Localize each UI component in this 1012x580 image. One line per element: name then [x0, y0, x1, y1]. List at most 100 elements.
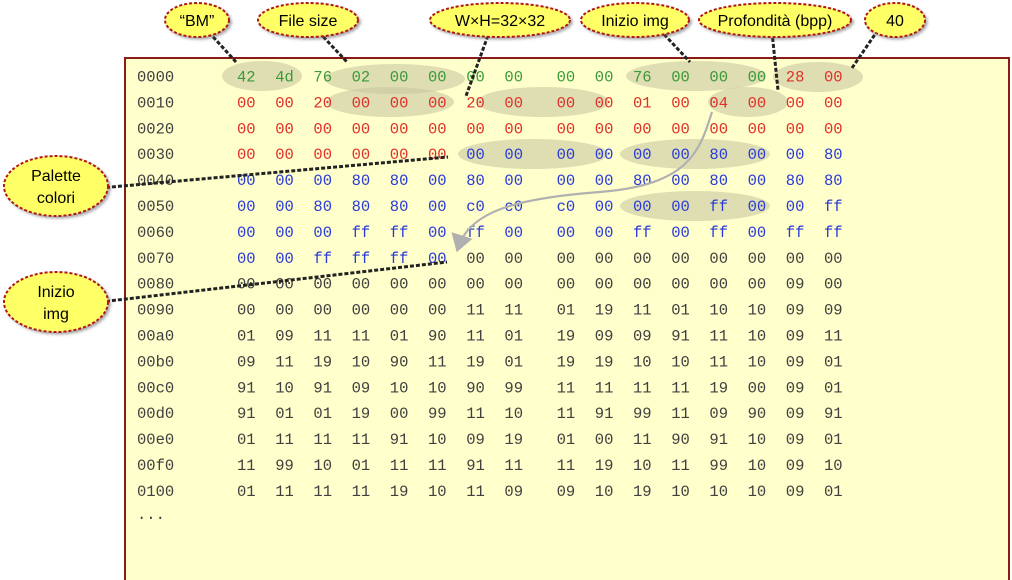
hex-rows: 0000 42 4d 76 02 00 00 00 00 00 00 76 00 00 00 28 000010…: [137, 69, 843, 501]
hex-byte: 00: [390, 276, 409, 294]
hex-byte: 00: [824, 69, 843, 87]
hex-byte: 00: [390, 69, 409, 87]
hex-byte: 11: [275, 431, 294, 449]
callout-img-line1: Inizio: [37, 284, 74, 301]
hex-byte: 99: [633, 405, 652, 423]
hex-offset: 0100: [137, 483, 174, 501]
hex-offset: 0070: [137, 250, 174, 268]
hex-byte: 91: [237, 405, 256, 423]
hex-byte: 10: [748, 457, 767, 475]
hex-byte: 01: [237, 483, 256, 501]
hex-byte: 11: [595, 379, 614, 397]
hex-byte: 00: [504, 172, 523, 190]
hex-byte: 00: [748, 69, 767, 87]
hex-byte: 00: [595, 172, 614, 190]
hex-byte: 09: [786, 431, 805, 449]
hex-byte: 00: [466, 276, 485, 294]
hex-byte: 91: [237, 379, 256, 397]
callout-bm: “BM”: [180, 13, 215, 30]
hex-byte: 00: [557, 172, 576, 190]
hex-byte: 10: [390, 379, 409, 397]
hex-byte: 00: [428, 172, 447, 190]
hex-offset: 0000: [137, 69, 174, 87]
hex-byte: 01: [504, 328, 523, 346]
hex-byte: 00: [748, 146, 767, 164]
hex-byte: 80: [824, 146, 843, 164]
hex-byte: 11: [709, 328, 728, 346]
hex-byte: 00: [428, 120, 447, 138]
hex-byte: 11: [237, 457, 256, 475]
hex-byte: 00: [313, 120, 332, 138]
hex-byte: 01: [824, 431, 843, 449]
hex-byte: 91: [313, 379, 332, 397]
hex-byte: 01: [671, 302, 690, 320]
hex-byte: 10: [428, 431, 447, 449]
hex-byte: 00: [671, 276, 690, 294]
hex-byte: 00: [595, 94, 614, 112]
hex-byte: 99: [275, 457, 294, 475]
hex-byte: 00: [595, 276, 614, 294]
hex-byte: ff: [824, 198, 843, 216]
hex-byte: 00: [671, 250, 690, 268]
hex-byte: 00: [748, 120, 767, 138]
hex-byte: 09: [786, 457, 805, 475]
hex-byte: 00: [390, 94, 409, 112]
hex-byte: 00: [595, 224, 614, 242]
bmp-header-diagram: 0000 42 4d 76 02 00 00 00 00 00 00 76 00 00 00 28 000010…: [3, 2, 926, 524]
hex-byte: 80: [390, 172, 409, 190]
hex-byte: 09: [824, 302, 843, 320]
hex-offset: 0010: [137, 94, 174, 112]
hex-byte: 11: [275, 483, 294, 501]
hex-byte: 00: [466, 146, 485, 164]
hex-byte: 91: [824, 405, 843, 423]
hex-byte: 00: [390, 120, 409, 138]
hex-byte: 00: [824, 94, 843, 112]
hex-byte: 10: [748, 431, 767, 449]
hex-byte: 00: [390, 302, 409, 320]
hex-offset: 0050: [137, 198, 174, 216]
hex-byte: 00: [428, 146, 447, 164]
hex-byte: 10: [709, 302, 728, 320]
hex-byte: 11: [633, 379, 652, 397]
hex-offset: 00c0: [137, 379, 174, 397]
hex-offset: 0020: [137, 120, 174, 138]
hex-byte: 11: [428, 457, 447, 475]
hex-byte: 00: [504, 276, 523, 294]
hex-byte: 00: [633, 120, 652, 138]
hex-byte: 76: [313, 69, 332, 87]
hex-byte: 09: [352, 379, 371, 397]
hex-byte: 11: [313, 483, 332, 501]
hex-byte: 00: [352, 146, 371, 164]
hex-byte: 00: [504, 224, 523, 242]
hex-byte: 11: [633, 431, 652, 449]
hex-byte: 01: [352, 457, 371, 475]
hex-byte: 00: [557, 224, 576, 242]
callout-depth: Profondità (bpp): [718, 13, 833, 30]
hex-byte: 00: [709, 120, 728, 138]
hex-byte: 00: [633, 198, 652, 216]
hex-byte: 80: [352, 172, 371, 190]
hex-byte: 19: [595, 302, 614, 320]
hex-byte: c0: [466, 198, 485, 216]
callout-dimensions: W×H=32×32: [455, 13, 545, 30]
hex-byte: 00: [748, 276, 767, 294]
hex-byte: 00: [786, 198, 805, 216]
hex-byte: 10: [824, 457, 843, 475]
hex-byte: 00: [595, 431, 614, 449]
hex-byte: 10: [275, 379, 294, 397]
hex-byte: 00: [466, 250, 485, 268]
hex-byte: 42: [237, 69, 256, 87]
hex-byte: 11: [466, 328, 485, 346]
hex-byte: 80: [390, 198, 409, 216]
hex-byte: 00: [352, 302, 371, 320]
hex-byte: 11: [671, 405, 690, 423]
pointer-img-start: [658, 28, 692, 64]
hex-byte: 00: [633, 146, 652, 164]
hex-byte: 19: [504, 431, 523, 449]
hex-byte: 90: [428, 328, 447, 346]
hex-byte: 00: [557, 120, 576, 138]
hex-byte: 09: [275, 328, 294, 346]
hex-byte: 80: [313, 198, 332, 216]
hex-offset: 0090: [137, 302, 174, 320]
hex-byte: 01: [824, 379, 843, 397]
